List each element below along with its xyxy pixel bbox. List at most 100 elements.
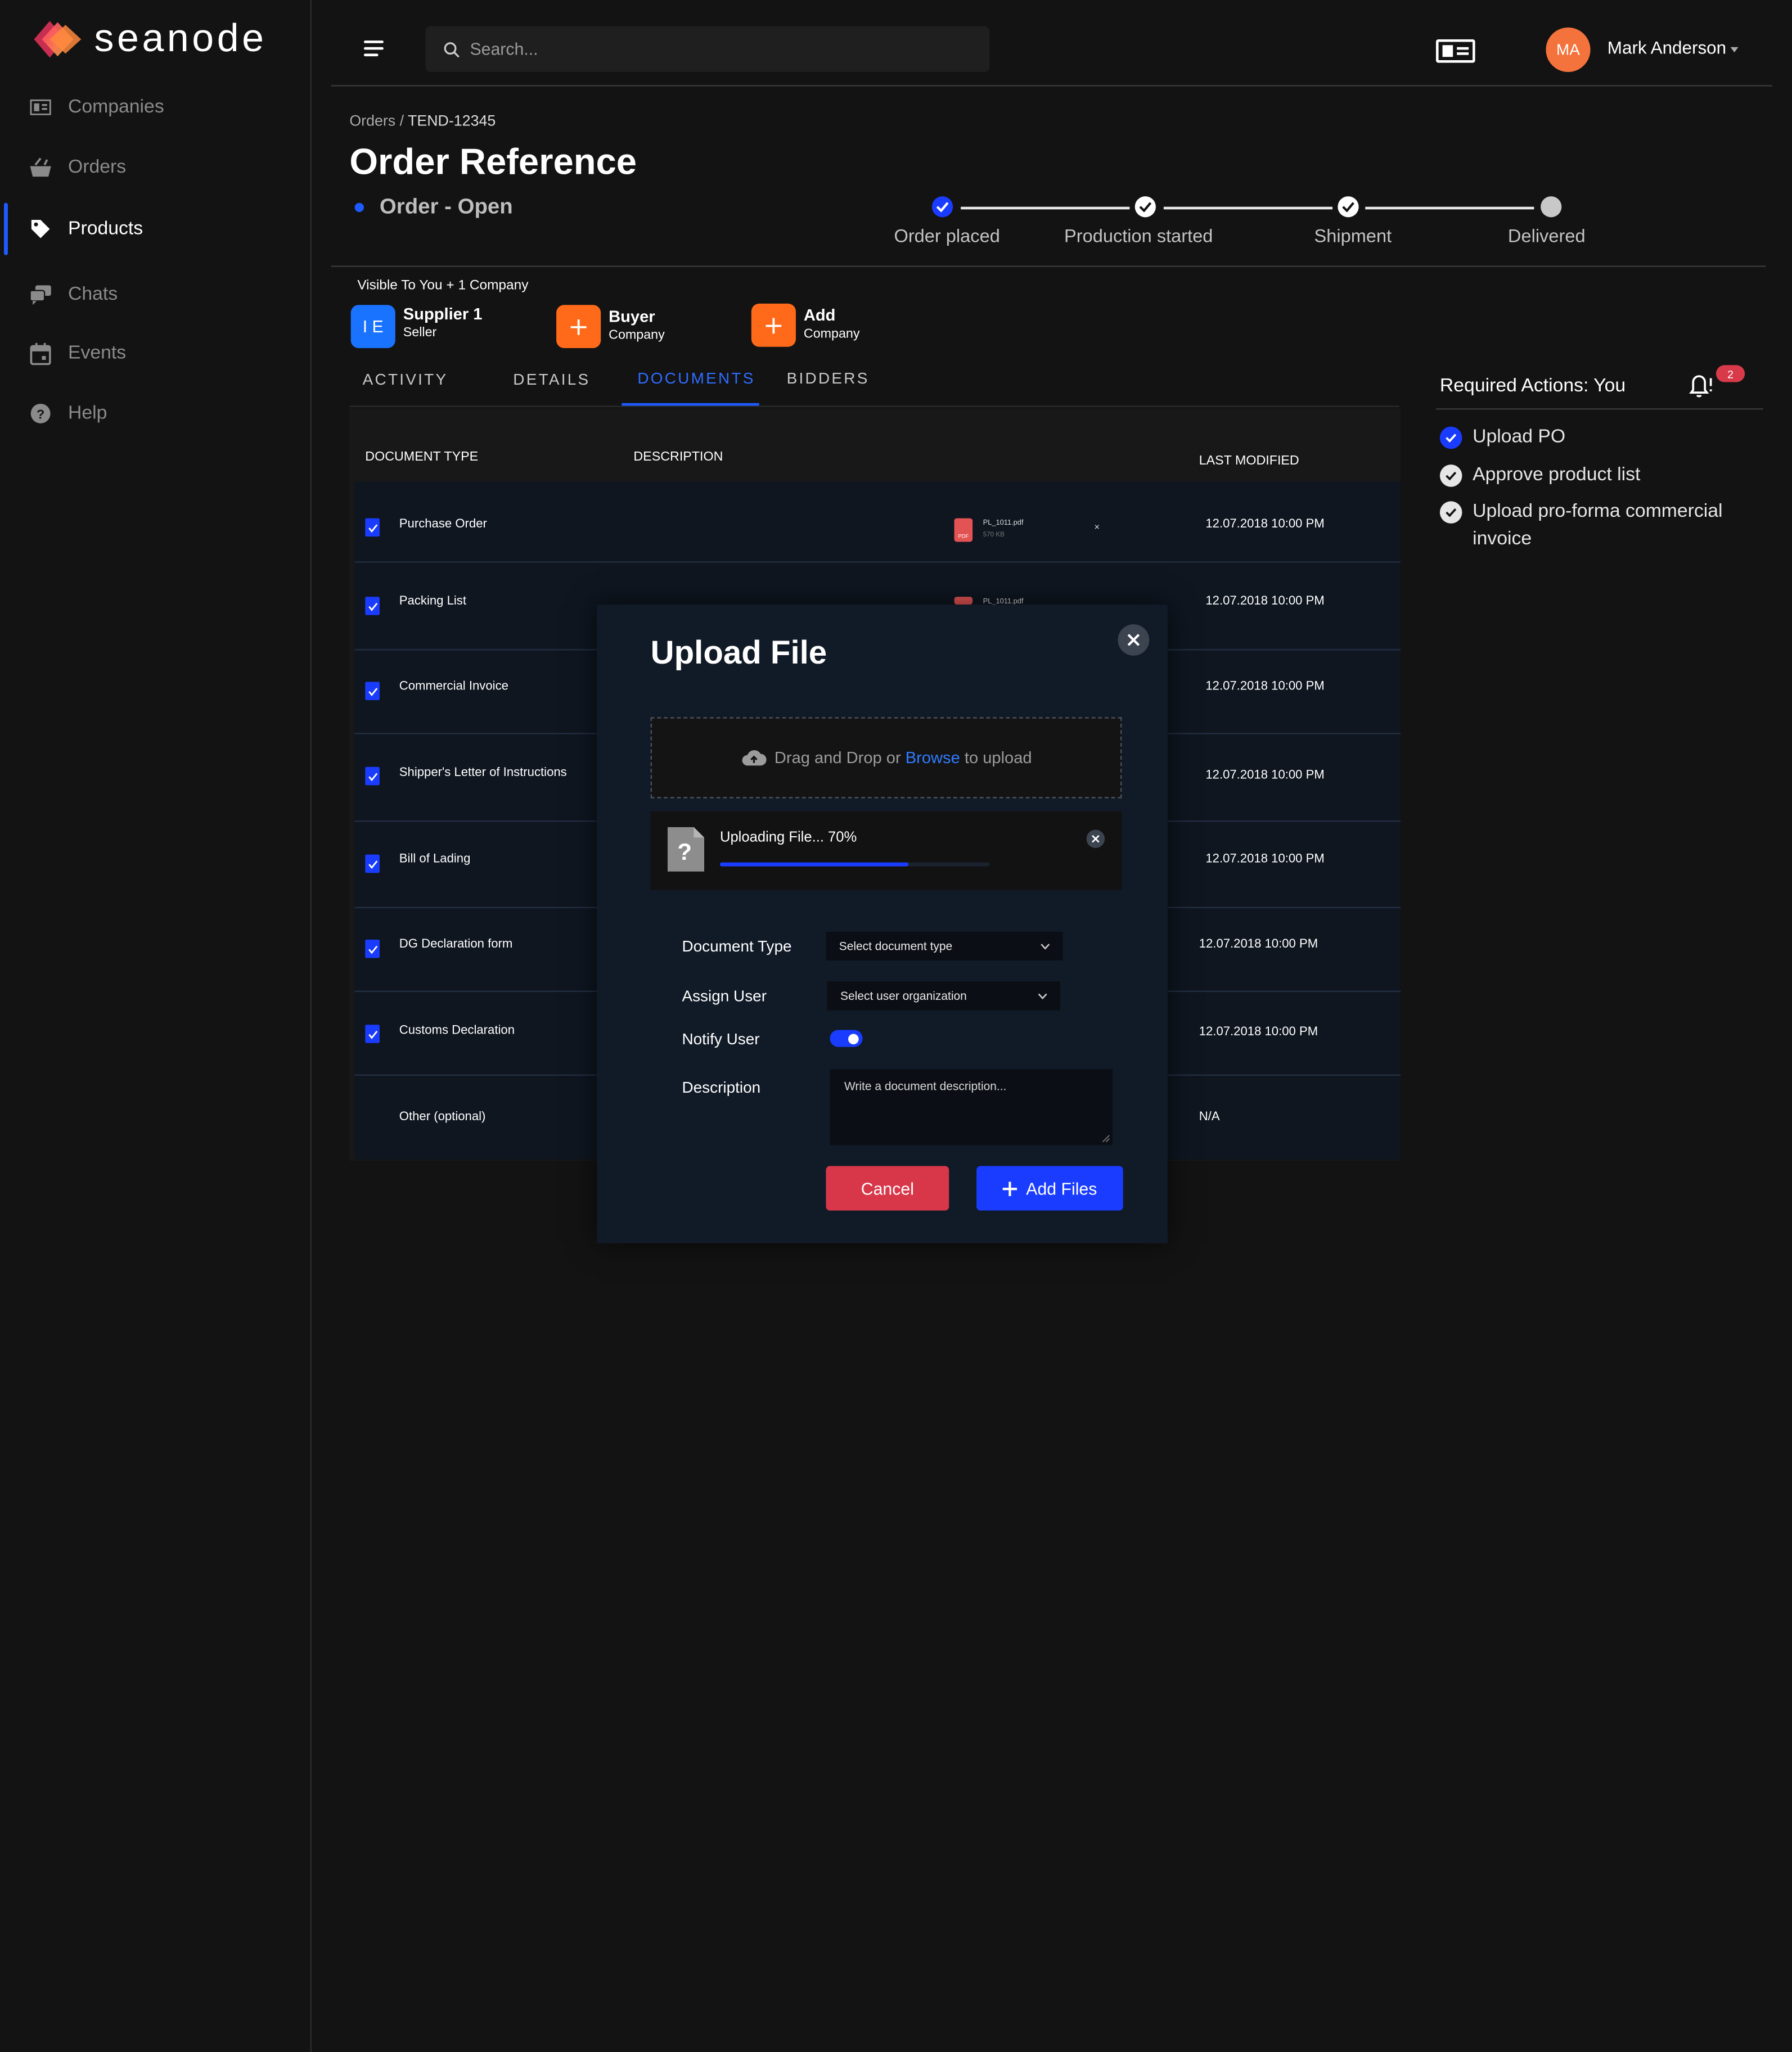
column-header-description[interactable]: DESCRIPTION bbox=[633, 450, 723, 465]
last-modified: 12.07.2018 10:00 PM bbox=[1205, 852, 1325, 867]
row-checkbox[interactable] bbox=[365, 597, 380, 615]
user-name[interactable]: Mark Anderson bbox=[1608, 38, 1726, 57]
sidebar-item-label: Products bbox=[68, 218, 143, 240]
sidebar-item-chats[interactable]: Chats bbox=[0, 268, 310, 321]
sidebar-item-label: Help bbox=[68, 403, 107, 425]
row-checkbox[interactable] bbox=[365, 854, 380, 873]
row-checkbox[interactable] bbox=[365, 518, 380, 537]
remove-file-icon[interactable]: × bbox=[1095, 524, 1100, 533]
document-type: Shipper's Letter of Instructions bbox=[399, 765, 567, 781]
check-icon bbox=[368, 1030, 377, 1039]
sidebar-item-label: Chats bbox=[68, 284, 118, 305]
assign-user-select[interactable]: Select user organization bbox=[827, 981, 1061, 1011]
breadcrumb-parent[interactable]: Orders / bbox=[349, 114, 404, 129]
check-circle-icon bbox=[1439, 464, 1462, 487]
row-checkbox[interactable] bbox=[365, 1025, 380, 1043]
sidebar-item-events[interactable]: Events bbox=[0, 327, 310, 380]
description-placeholder: Write a document description... bbox=[844, 1079, 1007, 1093]
browse-link[interactable]: Browse bbox=[906, 748, 960, 767]
last-modified: 12.07.2018 10:00 PM bbox=[1199, 1025, 1318, 1039]
step-label: Delivered bbox=[1507, 225, 1586, 246]
cancel-upload-button[interactable] bbox=[1086, 829, 1105, 849]
step-label: Shipment bbox=[1314, 225, 1392, 246]
pdf-file-icon[interactable]: PDF bbox=[954, 518, 973, 542]
file-dropzone[interactable]: Drag and Drop or Browse to upload bbox=[650, 717, 1122, 799]
document-type-select[interactable]: Select document type bbox=[826, 931, 1063, 961]
required-actions-title: Required Actions: You bbox=[1439, 375, 1626, 397]
app-logo[interactable]: seanode bbox=[29, 16, 267, 63]
last-modified: 12.07.2018 10:00 PM bbox=[1205, 679, 1325, 694]
required-action-item[interactable]: Approve product list bbox=[1439, 462, 1754, 490]
sidebar-item-label: Companies bbox=[68, 97, 164, 118]
toggle-knob bbox=[848, 1034, 859, 1045]
step-label: Production started bbox=[1064, 225, 1213, 246]
plus-icon bbox=[766, 317, 782, 333]
chevron-down-icon[interactable] bbox=[1730, 47, 1739, 53]
company-badge[interactable]: I E bbox=[350, 305, 395, 349]
header-divider bbox=[331, 85, 1773, 87]
avatar[interactable]: MA bbox=[1546, 27, 1591, 72]
description-textarea[interactable]: Write a document description... bbox=[830, 1069, 1113, 1145]
hamburger-icon-line bbox=[363, 47, 384, 50]
modal-title: Upload File bbox=[650, 634, 827, 671]
menu-toggle-button[interactable] bbox=[363, 40, 384, 57]
plus-icon bbox=[570, 318, 587, 335]
dropzone-text: Drag and Drop or bbox=[774, 748, 906, 767]
search-input[interactable] bbox=[467, 38, 970, 61]
notify-user-toggle[interactable] bbox=[830, 1030, 863, 1047]
tab-activity[interactable]: ACTIVITY bbox=[363, 371, 448, 389]
tab-bidders[interactable]: BIDDERS bbox=[787, 369, 870, 387]
attached-file-name[interactable]: PL_1011.pdf bbox=[983, 520, 1024, 527]
company-role: Company bbox=[803, 327, 860, 342]
search-bar[interactable] bbox=[425, 26, 990, 72]
row-checkbox[interactable] bbox=[365, 682, 380, 701]
id-card-icon[interactable] bbox=[1435, 39, 1475, 63]
search-icon bbox=[444, 42, 460, 57]
document-type: Purchase Order bbox=[399, 517, 487, 531]
step-connector bbox=[1365, 206, 1534, 210]
check-circle-icon bbox=[1439, 426, 1462, 449]
tab-documents[interactable]: DOCUMENTS bbox=[637, 369, 755, 387]
step-pending-icon bbox=[1541, 196, 1562, 218]
row-checkbox[interactable] bbox=[365, 766, 380, 786]
sidebar-item-products[interactable]: Products bbox=[0, 203, 310, 255]
add-company-button[interactable] bbox=[751, 303, 796, 347]
upload-status-text: Uploading File... 70% bbox=[719, 829, 857, 846]
plus-icon bbox=[1002, 1181, 1017, 1196]
document-type: Bill of Lading bbox=[399, 852, 471, 867]
check-icon bbox=[368, 860, 377, 869]
add-files-button[interactable]: Add Files bbox=[976, 1166, 1123, 1211]
chat-icon bbox=[29, 283, 52, 306]
close-button[interactable] bbox=[1118, 624, 1150, 656]
add-files-label: Add Files bbox=[1026, 1178, 1097, 1198]
step-label: Order placed bbox=[894, 225, 1000, 246]
cart-icon bbox=[29, 156, 52, 179]
hamburger-icon-line bbox=[363, 53, 379, 57]
calendar-icon bbox=[29, 341, 52, 365]
assign-user-label: Assign User bbox=[682, 986, 767, 1005]
add-buyer-button[interactable] bbox=[556, 305, 601, 349]
column-header-type[interactable]: DOCUMENT TYPE bbox=[365, 450, 478, 465]
resize-handle-icon[interactable] bbox=[1102, 1135, 1110, 1143]
required-action-label: Upload PO bbox=[1473, 426, 1566, 448]
check-circle-icon bbox=[1439, 501, 1462, 524]
required-action-item[interactable]: Upload PO bbox=[1439, 424, 1754, 452]
tab-details[interactable]: DETAILS bbox=[513, 371, 590, 389]
required-action-item[interactable]: Upload pro-forma commercial invoice bbox=[1439, 499, 1754, 554]
sidebar-item-orders[interactable]: Orders bbox=[0, 141, 310, 193]
progress-bar-fill bbox=[719, 862, 909, 867]
cancel-button[interactable]: Cancel bbox=[826, 1166, 949, 1211]
tag-icon bbox=[29, 217, 52, 241]
sidebar-item-help[interactable]: ? Help bbox=[0, 387, 310, 440]
pdf-file-icon[interactable] bbox=[954, 597, 973, 605]
company-role: Company bbox=[609, 328, 665, 343]
row-checkbox[interactable] bbox=[365, 939, 380, 958]
bell-icon[interactable] bbox=[1686, 371, 1714, 399]
last-modified: N/A bbox=[1199, 1110, 1220, 1125]
panel-divider bbox=[1435, 408, 1763, 410]
chevron-down-icon bbox=[1041, 943, 1050, 949]
sidebar-item-companies[interactable]: Companies bbox=[0, 81, 310, 133]
close-icon bbox=[1127, 634, 1140, 646]
check-icon bbox=[368, 687, 377, 696]
column-header-modified[interactable]: LAST MODIFIED bbox=[1199, 454, 1299, 469]
